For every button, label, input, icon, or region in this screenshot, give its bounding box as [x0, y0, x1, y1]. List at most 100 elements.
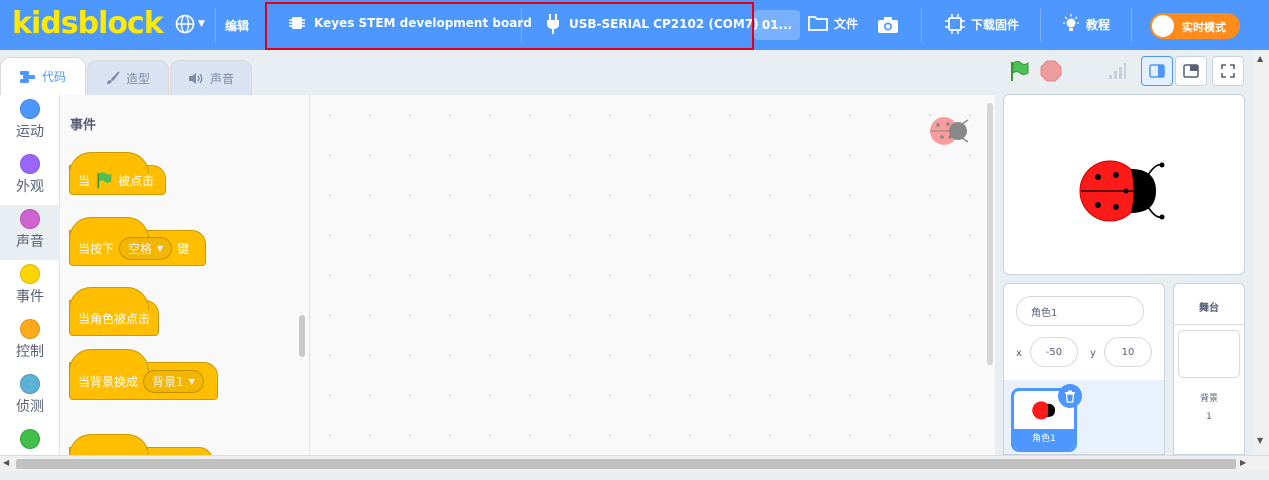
chevron-down-icon: ▼: [198, 19, 205, 29]
category-operators-dot: [20, 429, 40, 449]
tab-code[interactable]: 代码: [0, 57, 86, 95]
small-stage-icon: [1149, 64, 1165, 78]
language-menu[interactable]: ▼: [175, 14, 205, 34]
category-menu: 运动 外观 声音 事件 控制 侦测: [0, 95, 60, 455]
category-events[interactable]: 事件: [0, 260, 60, 315]
category-sensing[interactable]: 侦测: [0, 370, 60, 425]
partial-block[interactable]: [69, 434, 213, 455]
menu-bar: kidsblock ▼ 编辑 Keyes STEM development bo…: [0, 0, 1269, 50]
when-key-pressed-block[interactable]: 当按下 空格 ▼ 键: [69, 217, 206, 266]
category-sound[interactable]: 声音: [0, 205, 60, 260]
ladybug-sprite[interactable]: [1076, 153, 1176, 233]
kidsblock-logo[interactable]: kidsblock: [12, 6, 164, 41]
scroll-up-arrow[interactable]: ▲: [1257, 54, 1263, 63]
tutorial-button[interactable]: 教程: [1062, 14, 1110, 34]
green-flag-icon: [97, 172, 112, 189]
backdrop-thumbnail[interactable]: [1178, 330, 1240, 378]
trash-icon: [1065, 390, 1075, 403]
stage-selector-pane[interactable]: 舞台 背景 1: [1173, 283, 1245, 455]
fullscreen-icon: [1221, 64, 1235, 78]
category-sensing-label: 侦测: [16, 399, 44, 415]
block-prefix: 当角色被点击: [78, 311, 151, 326]
fullscreen-button[interactable]: [1212, 56, 1244, 86]
tab-code-label: 代码: [41, 70, 66, 84]
palette-scrollbar[interactable]: [299, 315, 305, 357]
category-control-label: 控制: [16, 344, 44, 360]
realtime-label: 实时模式: [1182, 21, 1226, 34]
x-position-value: -50: [1045, 346, 1063, 358]
realtime-mode-toggle[interactable]: 实时模式: [1150, 13, 1240, 39]
script-workspace[interactable]: [310, 95, 995, 455]
firmware-label: 下载固件: [971, 17, 1020, 32]
sprite-name-input[interactable]: 角色1: [1016, 296, 1144, 326]
block-palette: 事件 当 被点击 当按下 空格 ▼ 键 当角色被点击 当背景换成 背景1 ▼: [60, 95, 310, 455]
sprite-ghost-icon: [928, 115, 972, 151]
stage-header-divider: [1174, 324, 1244, 325]
category-looks-label: 外观: [16, 179, 44, 195]
code-icon: [19, 70, 35, 83]
scroll-down-arrow[interactable]: ▼: [1257, 436, 1263, 445]
x-label: x: [1016, 348, 1022, 359]
large-stage-icon: [1183, 64, 1199, 78]
category-sound-label: 声音: [16, 234, 44, 250]
category-looks-dot: [20, 154, 40, 174]
large-stage-button[interactable]: [1175, 56, 1207, 86]
backdrop-dropdown-value: 背景1: [152, 374, 184, 389]
delete-sprite-button[interactable]: [1058, 384, 1082, 408]
workspace-scrollbar[interactable]: [987, 103, 993, 365]
when-sprite-clicked-block[interactable]: 当角色被点击: [69, 287, 159, 336]
stop-icon: [1040, 60, 1062, 82]
file-label: 文件: [834, 16, 859, 31]
project-title-input[interactable]: 01...: [754, 10, 800, 40]
category-control-dot: [20, 319, 40, 339]
scroll-right-arrow[interactable]: ▶: [1240, 458, 1246, 467]
edit-menu[interactable]: 编辑: [225, 17, 249, 34]
brush-icon: [106, 71, 120, 84]
backdrops-label: 背景: [1199, 394, 1218, 404]
sprite-thumbnail-label: 角色1: [1032, 434, 1056, 444]
page-horizontal-scrollbar[interactable]: ◀ ▶: [0, 455, 1269, 471]
y-position-input[interactable]: 10: [1104, 337, 1152, 367]
stop-button[interactable]: [1040, 60, 1062, 86]
chevron-down-icon: ▼: [157, 243, 164, 253]
when-flag-clicked-block[interactable]: 当 被点击: [69, 152, 166, 195]
category-motion[interactable]: 运动: [0, 95, 60, 150]
tab-sounds[interactable]: 声音: [170, 60, 252, 95]
stage-canvas[interactable]: [1003, 94, 1245, 275]
sprite-thumbnail-label-bar: 角色1: [1014, 429, 1074, 449]
backdrop-dropdown[interactable]: 背景1 ▼: [143, 369, 204, 393]
tab-costumes-label: 造型: [125, 71, 150, 86]
toggle-knob: [1152, 15, 1174, 37]
page-vertical-scrollbar[interactable]: ▲ ▼: [1253, 50, 1269, 455]
signal-strength-icon: [1108, 63, 1126, 83]
camera-icon: [878, 17, 898, 33]
y-label: y: [1090, 348, 1096, 359]
x-position-input[interactable]: -50: [1030, 337, 1078, 367]
tab-sounds-label: 声音: [209, 71, 234, 86]
key-dropdown[interactable]: 空格 ▼: [119, 236, 173, 260]
category-motion-dot: [20, 99, 40, 119]
tab-costumes[interactable]: 造型: [87, 60, 169, 95]
category-control[interactable]: 控制: [0, 315, 60, 370]
block-prefix: 当: [78, 173, 91, 188]
sprite-info-pane: 角色1 x -50 y 10 角色1: [1003, 283, 1165, 455]
small-stage-button[interactable]: [1141, 56, 1173, 86]
stage-pane-title: 舞台: [1199, 303, 1219, 314]
category-looks[interactable]: 外观: [0, 150, 60, 205]
category-operators[interactable]: [0, 425, 60, 480]
lightbulb-icon: [1063, 14, 1079, 31]
green-flag-icon: [1011, 61, 1029, 81]
sprite-name-value: 角色1: [1031, 307, 1058, 319]
globe-icon: [175, 14, 195, 34]
download-firmware-button[interactable]: 下载固件: [945, 14, 1019, 34]
camera-button[interactable]: [877, 16, 899, 38]
when-backdrop-switches-block[interactable]: 当背景换成 背景1 ▼: [69, 349, 218, 400]
tutorial-label: 教程: [1086, 17, 1111, 32]
editor-tabs: 代码 造型 声音: [0, 50, 310, 95]
file-menu[interactable]: 文件: [808, 14, 858, 32]
scroll-left-arrow[interactable]: ◀: [3, 458, 9, 467]
green-flag-button[interactable]: [1008, 60, 1030, 86]
horizontal-scroll-thumb[interactable]: [16, 459, 1236, 469]
block-suffix: 键: [177, 241, 190, 256]
category-sound-dot: [20, 209, 40, 229]
